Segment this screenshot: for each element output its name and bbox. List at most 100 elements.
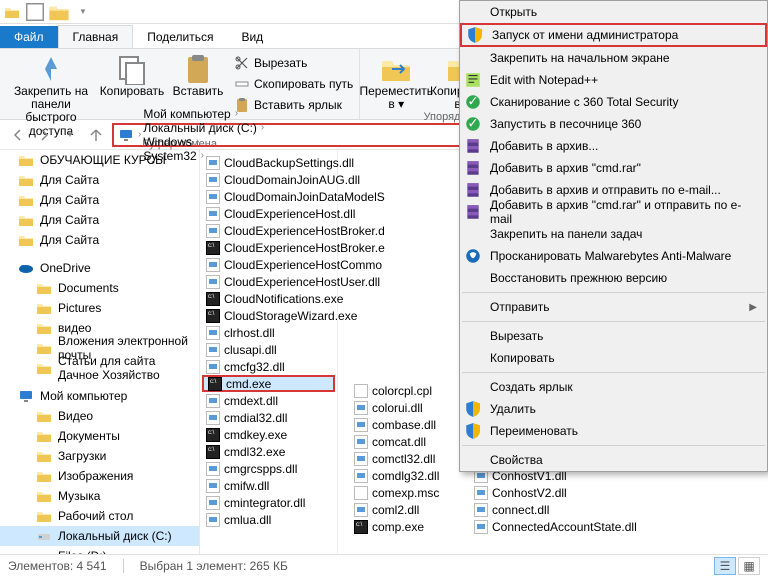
- file-item[interactable]: cmdial32.dll: [202, 409, 335, 426]
- tree-item[interactable]: Documents: [0, 278, 199, 298]
- file-item[interactable]: comexp.msc: [350, 484, 466, 501]
- menu-pin-taskbar[interactable]: Закрепить на панели задач: [460, 223, 767, 245]
- menu-open[interactable]: Открыть: [460, 1, 767, 23]
- menu-run-as-admin[interactable]: Запуск от имени администратора: [460, 23, 767, 47]
- tree-item[interactable]: Pictures: [0, 298, 199, 318]
- file-item[interactable]: cmintegrator.dll: [202, 494, 335, 511]
- menu-scan-360[interactable]: Сканирование с 360 Total Security: [460, 91, 767, 113]
- folder-icon: [18, 212, 34, 228]
- tree-item[interactable]: Видео: [0, 406, 199, 426]
- menu-rename[interactable]: Переименовать: [460, 420, 767, 442]
- tree-item[interactable]: Мой компьютер: [0, 386, 199, 406]
- file-item[interactable]: ConhostV2.dll: [470, 484, 636, 501]
- menu-pin-start[interactable]: Закрепить на начальном экране: [460, 47, 767, 69]
- file-item[interactable]: cmgrcspps.dll: [202, 460, 335, 477]
- file-item[interactable]: cmd.exe: [202, 375, 335, 392]
- menu-sandbox-360[interactable]: Запустить в песочнице 360: [460, 113, 767, 135]
- tab-home[interactable]: Главная: [58, 25, 134, 48]
- file-item[interactable]: clusapi.dll: [202, 341, 335, 358]
- file-item[interactable]: clrhost.dll: [202, 324, 335, 341]
- tree-item[interactable]: Рабочий стол: [0, 506, 199, 526]
- file-item[interactable]: cmdl32.exe: [202, 443, 335, 460]
- file-item[interactable]: comdlg32.dll: [350, 467, 466, 484]
- menu-properties[interactable]: Свойства: [460, 449, 767, 471]
- file-item[interactable]: comctl32.dll: [350, 450, 466, 467]
- file-item[interactable]: CloudExperienceHost.dll: [202, 205, 335, 222]
- qat-dropdown-icon[interactable]: ▼: [72, 2, 94, 22]
- tree-item[interactable]: Документы: [0, 426, 199, 446]
- tree-item[interactable]: OneDrive: [0, 258, 199, 278]
- menu-create-shortcut[interactable]: Создать ярлык: [460, 376, 767, 398]
- qat-new-folder-icon[interactable]: [48, 2, 70, 22]
- breadcrumb-item[interactable]: Локальный диск (C:)›: [143, 121, 264, 135]
- breadcrumb-item[interactable]: Windows›: [143, 135, 264, 149]
- file-item[interactable]: CloudNotifications.exe: [202, 290, 335, 307]
- nav-forward-button[interactable]: [34, 125, 54, 145]
- file-item[interactable]: ConnectedAccountState.dll: [470, 518, 636, 535]
- file-item[interactable]: cmcfg32.dll: [202, 358, 335, 375]
- menu-add-archive[interactable]: Добавить в архив...: [460, 135, 767, 157]
- tree-item[interactable]: Загрузки: [0, 446, 199, 466]
- nav-up-button[interactable]: [86, 125, 106, 145]
- tree-item[interactable]: Статьи для сайта Дачное Хозяйство: [0, 358, 199, 378]
- file-item[interactable]: cmlua.dll: [202, 511, 335, 528]
- tab-share[interactable]: Поделиться: [133, 26, 227, 48]
- file-item[interactable]: cmdkey.exe: [202, 426, 335, 443]
- file-item[interactable]: comp.exe: [350, 518, 466, 535]
- copy-path-button[interactable]: Скопировать путь: [234, 74, 353, 94]
- menu-restore-previous[interactable]: Восстановить прежнюю версию: [460, 267, 767, 289]
- file-item[interactable]: CloudDomainJoinDataModelS: [202, 188, 335, 205]
- file-item[interactable]: CloudExperienceHostBroker.d: [202, 222, 335, 239]
- file-item[interactable]: cmdext.dll: [202, 392, 335, 409]
- menu-delete[interactable]: Удалить: [460, 398, 767, 420]
- menu-copy[interactable]: Копировать: [460, 347, 767, 369]
- dll-icon: [206, 190, 220, 204]
- file-item[interactable]: colorcpl.cpl: [350, 382, 466, 399]
- tree-item[interactable]: Локальный диск (C:): [0, 526, 199, 546]
- file-item[interactable]: cmifw.dll: [202, 477, 335, 494]
- paste-button[interactable]: Вставить: [168, 51, 228, 98]
- navigation-tree[interactable]: ОБУЧАЮЩИЕ КУРСЫДля СайтаДля СайтаДля Сай…: [0, 150, 200, 554]
- folder-icon: [36, 468, 52, 484]
- cut-button[interactable]: Вырезать: [234, 53, 353, 73]
- breadcrumb-item[interactable]: Мой компьютер›: [143, 107, 264, 121]
- menu-add-cmd-rar-email[interactable]: Добавить в архив "cmd.rar" и отправить п…: [460, 201, 767, 223]
- dll-icon: [206, 411, 220, 425]
- tree-item[interactable]: ОБУЧАЮЩИЕ КУРСЫ: [0, 150, 199, 170]
- copy-button[interactable]: Копировать: [102, 51, 162, 98]
- menu-send-to[interactable]: Отправить▶: [460, 296, 767, 318]
- rar-icon: [464, 203, 482, 221]
- file-item[interactable]: combase.dll: [350, 416, 466, 433]
- menu-add-cmd-rar[interactable]: Добавить в архив "cmd.rar": [460, 157, 767, 179]
- view-icons-button[interactable]: ▦: [738, 557, 760, 575]
- file-item[interactable]: colorui.dll: [350, 399, 466, 416]
- tree-item[interactable]: Files (D:): [0, 546, 199, 554]
- menu-edit-notepadpp[interactable]: Edit with Notepad++: [460, 69, 767, 91]
- nav-back-button[interactable]: [8, 125, 28, 145]
- tree-item[interactable]: Для Сайта: [0, 190, 199, 210]
- move-to-button[interactable]: Переместитьв ▾: [366, 51, 426, 111]
- menu-cut[interactable]: Вырезать: [460, 325, 767, 347]
- tree-item[interactable]: Для Сайта: [0, 170, 199, 190]
- qat-properties-icon[interactable]: [24, 2, 46, 22]
- nav-history-dropdown[interactable]: ▼: [60, 125, 80, 145]
- tree-item[interactable]: Изображения: [0, 466, 199, 486]
- menu-scan-malwarebytes[interactable]: Просканировать Malwarebytes Anti-Malware: [460, 245, 767, 267]
- file-item[interactable]: CloudExperienceHostCommo: [202, 256, 335, 273]
- file-item[interactable]: comcat.dll: [350, 433, 466, 450]
- file-item[interactable]: CloudExperienceHostUser.dll: [202, 273, 335, 290]
- tab-view[interactable]: Вид: [227, 26, 277, 48]
- file-item[interactable]: CloudExperienceHostBroker.e: [202, 239, 335, 256]
- file-item[interactable]: CloudBackupSettings.dll: [202, 154, 335, 171]
- file-item[interactable]: CloudStorageWizard.exe: [202, 307, 335, 324]
- view-details-button[interactable]: ☰: [714, 557, 736, 575]
- file-item[interactable]: coml2.dll: [350, 501, 466, 518]
- tree-item[interactable]: Для Сайта: [0, 210, 199, 230]
- move-to-icon: [380, 53, 412, 85]
- tree-item[interactable]: Музыка: [0, 486, 199, 506]
- tree-item[interactable]: Для Сайта: [0, 230, 199, 250]
- breadcrumb-root-icon[interactable]: ›: [118, 127, 141, 143]
- file-item[interactable]: CloudDomainJoinAUG.dll: [202, 171, 335, 188]
- tab-file[interactable]: Файл: [0, 26, 58, 48]
- file-item[interactable]: connect.dll: [470, 501, 636, 518]
